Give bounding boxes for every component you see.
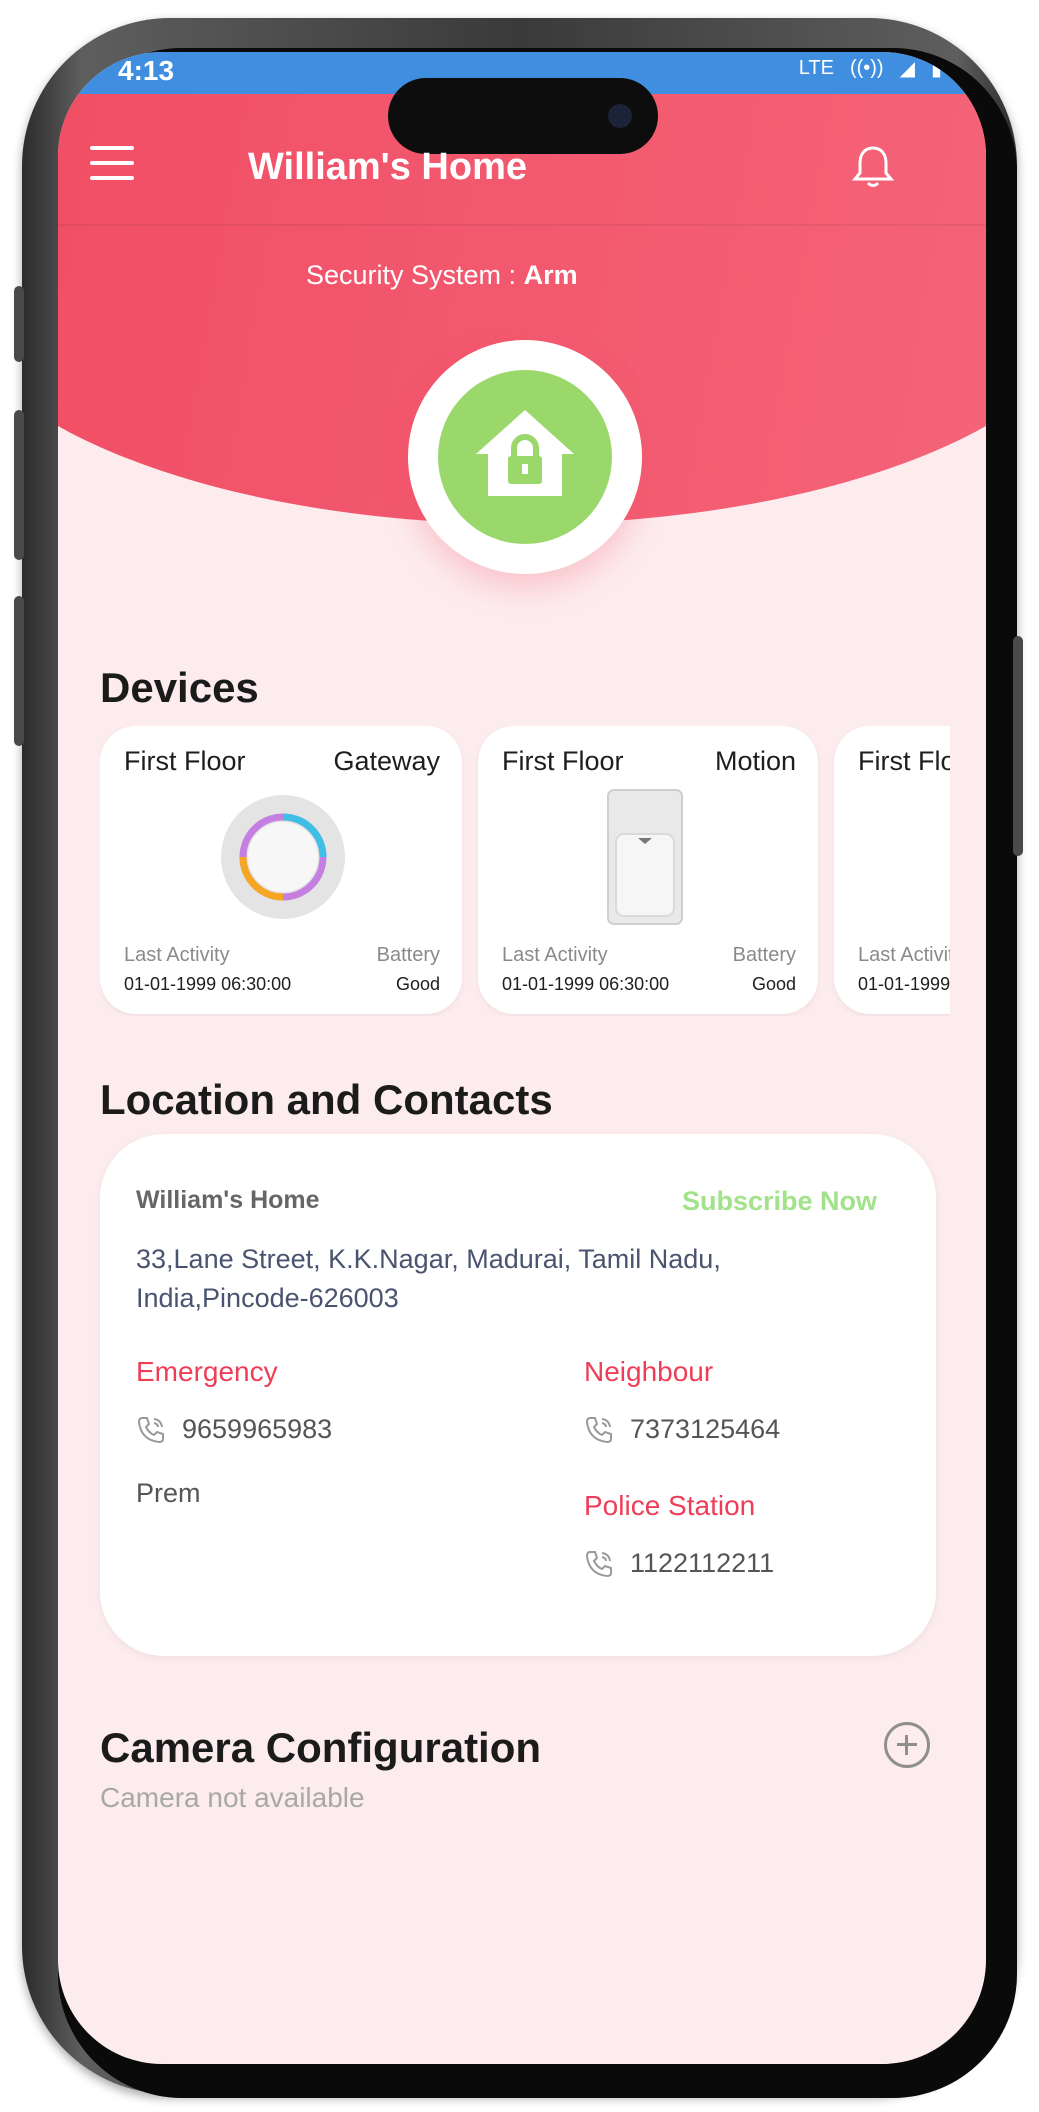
arm-toggle-container	[408, 340, 642, 574]
police-label: Police Station	[584, 1490, 756, 1521]
last-activity-label: Last Activity	[502, 944, 608, 966]
police-phone: 1122112211	[630, 1548, 775, 1578]
device-location: First Floor	[502, 746, 624, 776]
app-bar: William's Home	[58, 94, 986, 226]
phone-icon	[585, 1416, 612, 1443]
phone-icon	[585, 1550, 612, 1577]
device-type: Motion	[714, 746, 796, 776]
device-type: Gateway	[333, 746, 440, 776]
status-time: 4:13	[118, 55, 175, 86]
menu-button[interactable]	[90, 146, 134, 180]
device-card-motion[interactable]: First Floor Motion Last Activity 01-01-1…	[478, 726, 818, 1014]
last-activity-label: Last Activity	[858, 944, 950, 966]
arm-toggle-button[interactable]	[438, 370, 612, 544]
devices-carousel[interactable]: First Floor Gateway Last Activity 01-01-…	[100, 726, 950, 1016]
app-screen: 4:13 LTE ((•)) ◢ ▮ William's Home Securi…	[58, 52, 986, 2064]
neighbour-phone: 7373125464	[630, 1414, 781, 1444]
last-activity-value: 01-01-1999 06:30:00	[858, 974, 950, 994]
bell-icon[interactable]	[848, 142, 898, 192]
home-name: William's Home	[136, 1186, 320, 1214]
battery-value: Good	[395, 974, 440, 994]
police-contact[interactable]: 1122112211	[584, 1548, 774, 1579]
camera-title: Camera Configuration	[100, 1724, 542, 1771]
device-card-gateway[interactable]: First Floor Gateway Last Activity 01-01-…	[100, 726, 462, 1014]
device-card-partial[interactable]: First Floor Last Activity 01-01-1999 06:…	[834, 726, 950, 1014]
device-location: First Floor	[858, 746, 950, 776]
emergency-contact[interactable]: 9659965983	[136, 1414, 332, 1445]
side-button-left-3	[14, 596, 24, 746]
devices-title: Devices	[100, 664, 259, 711]
network-type: LTE	[798, 57, 834, 79]
hotspot-icon: ((•))	[849, 57, 884, 79]
battery-value: Good	[751, 974, 796, 994]
security-status: Security System : Arm	[306, 260, 578, 291]
security-value: Arm	[523, 260, 578, 290]
subscribe-button[interactable]: Subscribe Now	[682, 1186, 877, 1217]
menu-icon-line	[90, 176, 134, 180]
security-label: Security System :	[306, 260, 517, 290]
status-icons: LTE ((•)) ◢ ▮	[799, 56, 942, 81]
phone-icon	[137, 1416, 164, 1443]
menu-icon-line	[90, 146, 134, 150]
side-button-right	[1013, 636, 1023, 856]
battery-icon: ▮	[930, 58, 942, 80]
side-button-left-2	[14, 410, 24, 560]
battery-label: Battery	[376, 944, 440, 966]
last-activity-value: 01-01-1999 06:30:00	[502, 974, 670, 994]
page-title: William's Home	[248, 146, 527, 188]
device-location: First Floor	[124, 746, 246, 776]
home-address: 33,Lane Street, K.K.Nagar, Madurai, Tami…	[136, 1244, 721, 1313]
side-button-left-1	[14, 286, 24, 362]
signal-icon: ◢	[899, 58, 915, 80]
last-activity-label: Last Activity	[124, 944, 230, 966]
emergency-name: Prem	[136, 1478, 201, 1508]
location-card: William's Home Subscribe Now 33,Lane Str…	[100, 1134, 936, 1656]
emergency-label: Emergency	[136, 1356, 278, 1387]
battery-label: Battery	[732, 944, 796, 966]
menu-icon-line	[90, 161, 134, 165]
neighbour-contact[interactable]: 7373125464	[584, 1414, 780, 1445]
location-title: Location and Contacts	[100, 1076, 553, 1123]
neighbour-label: Neighbour	[584, 1356, 714, 1387]
motion-sensor-icon	[607, 789, 683, 925]
home-lock-icon	[476, 410, 574, 496]
last-activity-value: 01-01-1999 06:30:00	[124, 974, 292, 994]
gateway-device-icon	[221, 795, 345, 919]
add-camera-icon[interactable]	[884, 1722, 930, 1768]
emergency-phone: 9659965983	[182, 1414, 333, 1444]
camera-empty-text: Camera not available	[100, 1782, 365, 1813]
